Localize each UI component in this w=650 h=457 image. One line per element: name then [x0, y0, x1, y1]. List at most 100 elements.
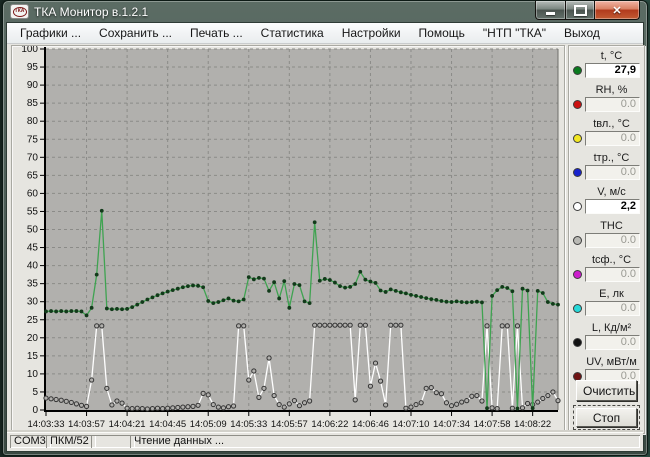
menu-item-0[interactable]: Графики ...: [11, 24, 90, 42]
svg-text:45: 45: [27, 243, 39, 254]
chart-panel: 0510152025303540455055606570758085909510…: [11, 45, 565, 437]
sensor-list: t, °С 27,9 RH, % 0.0 tвл., °С 0.0 tтр., …: [569, 50, 644, 384]
svg-text:55: 55: [27, 206, 39, 217]
menu-item-5[interactable]: Помощь: [410, 24, 474, 42]
status-bar: COM3ПКМ/52 Чтение данных ...: [7, 432, 643, 451]
svg-text:10: 10: [27, 369, 39, 380]
status-cell-1: ПКМ/52: [46, 435, 96, 448]
svg-text:25: 25: [27, 315, 39, 326]
menu-item-2[interactable]: Печать ...: [181, 24, 252, 42]
svg-text:60: 60: [27, 188, 39, 199]
title-bar[interactable]: ТКА ТКА Монитор в.1.2.1 ✕: [3, 1, 647, 22]
svg-text:40: 40: [27, 261, 39, 272]
close-button[interactable]: ✕: [594, 1, 640, 20]
svg-text:14:06:46: 14:06:46: [352, 419, 389, 430]
svg-text:50: 50: [27, 225, 39, 236]
svg-text:90: 90: [27, 80, 39, 91]
sensor-value-field[interactable]: 0.0: [585, 267, 640, 282]
sensor-panel: t, °С 27,9 RH, % 0.0 tвл., °С 0.0 tтр., …: [568, 45, 645, 434]
svg-text:5: 5: [32, 387, 38, 398]
sensor-label: L, Кд/м²: [579, 322, 644, 334]
maximize-icon: [574, 5, 587, 16]
series-color-bullet-icon: [573, 202, 582, 211]
sensor-label: tсф., °С: [579, 254, 644, 266]
series-color-bullet-icon: [573, 66, 582, 75]
minimize-button[interactable]: [535, 1, 566, 20]
window-title: ТКА Монитор в.1.2.1: [34, 5, 148, 19]
sensor-value-field[interactable]: 27,9: [585, 63, 640, 78]
caption-buttons: ✕: [535, 1, 640, 20]
sensor-item: ТНС 0.0: [569, 220, 644, 248]
sensor-value-field[interactable]: 0.0: [585, 165, 640, 180]
svg-text:95: 95: [27, 62, 39, 73]
series-color-bullet-icon: [573, 100, 582, 109]
work-area: 0510152025303540455055606570758085909510…: [7, 45, 643, 433]
series-color-bullet-icon: [573, 270, 582, 279]
desktop: { "window": { "title": "ТКА Монитор в.1.…: [0, 0, 650, 457]
sensor-item: tсф., °С 0.0: [569, 254, 644, 282]
menu-item-3[interactable]: Статистика: [252, 24, 333, 42]
sensor-item: V, м/с 2,2: [569, 186, 644, 214]
status-cell-0: COM3: [10, 435, 51, 448]
clear-button[interactable]: Очистить: [576, 380, 637, 401]
app-window: ТКА ТКА Монитор в.1.2.1 ✕ Графики ...Сох…: [2, 0, 648, 456]
menu-item-6[interactable]: "НТП "ТКА": [474, 24, 555, 42]
svg-text:65: 65: [27, 170, 39, 181]
svg-text:70: 70: [27, 152, 39, 163]
panel-buttons: Очистить Стоп: [576, 373, 637, 427]
svg-text:20: 20: [27, 333, 39, 344]
svg-text:14:04:45: 14:04:45: [149, 419, 186, 430]
svg-text:14:05:33: 14:05:33: [230, 419, 267, 430]
close-icon: ✕: [612, 4, 621, 17]
series-color-bullet-icon: [573, 338, 582, 347]
svg-text:14:08:22: 14:08:22: [514, 419, 551, 430]
series-color-bullet-icon: [573, 168, 582, 177]
svg-text:35: 35: [27, 279, 39, 290]
series-color-bullet-icon: [573, 236, 582, 245]
sensor-label: ТНС: [579, 220, 644, 232]
svg-text:14:04:21: 14:04:21: [109, 419, 146, 430]
svg-text:75: 75: [27, 134, 39, 145]
sensor-value-field[interactable]: 0.0: [585, 301, 640, 316]
sensor-value-field[interactable]: 0.0: [585, 131, 640, 146]
sensor-label: t, °С: [579, 50, 644, 62]
status-cell-3: Чтение данных ...: [130, 435, 640, 448]
sensor-label: UV, мВт/м: [579, 356, 644, 368]
svg-text:14:05:09: 14:05:09: [190, 419, 227, 430]
svg-text:14:03:33: 14:03:33: [28, 419, 65, 430]
series-color-bullet-icon: [573, 134, 582, 143]
sensor-label: V, м/с: [579, 186, 644, 198]
sensor-item: Е, лк 0.0: [569, 288, 644, 316]
menu-bar: Графики ...Сохранить ...Печать ...Статис…: [7, 23, 643, 44]
status-cell-2: [91, 435, 135, 448]
app-logo-icon: ТКА: [10, 4, 29, 19]
svg-text:14:06:22: 14:06:22: [311, 419, 348, 430]
sensor-item: tтр., °С 0.0: [569, 152, 644, 180]
sensor-label: tтр., °С: [579, 152, 644, 164]
svg-text:85: 85: [27, 98, 39, 109]
svg-text:14:03:57: 14:03:57: [68, 419, 105, 430]
svg-text:15: 15: [27, 351, 39, 362]
svg-text:14:07:34: 14:07:34: [433, 419, 470, 430]
client-area: Графики ...Сохранить ...Печать ...Статис…: [6, 22, 644, 452]
svg-text:14:07:10: 14:07:10: [392, 419, 429, 430]
svg-text:0: 0: [32, 405, 38, 416]
stop-button[interactable]: Стоп: [576, 408, 637, 427]
sensor-value-field[interactable]: 0.0: [585, 335, 640, 350]
menu-item-4[interactable]: Настройки: [333, 24, 410, 42]
maximize-button[interactable]: [566, 1, 594, 20]
svg-text:80: 80: [27, 116, 39, 127]
series-color-bullet-icon: [573, 304, 582, 313]
menu-item-7[interactable]: Выход: [555, 24, 609, 42]
sensor-value-field[interactable]: 0.0: [585, 97, 640, 112]
sensor-value-field[interactable]: 2,2: [585, 199, 640, 214]
menu-item-1[interactable]: Сохранить ...: [90, 24, 181, 42]
sensor-value-field[interactable]: 0.0: [585, 233, 640, 248]
sensor-item: t, °С 27,9: [569, 50, 644, 78]
svg-text:14:07:58: 14:07:58: [474, 419, 511, 430]
minimize-icon: [546, 12, 555, 15]
svg-text:30: 30: [27, 297, 39, 308]
sensor-label: Е, лк: [579, 288, 644, 300]
trend-chart[interactable]: 0510152025303540455055606570758085909510…: [12, 46, 562, 434]
sensor-label: RH, %: [579, 84, 644, 96]
